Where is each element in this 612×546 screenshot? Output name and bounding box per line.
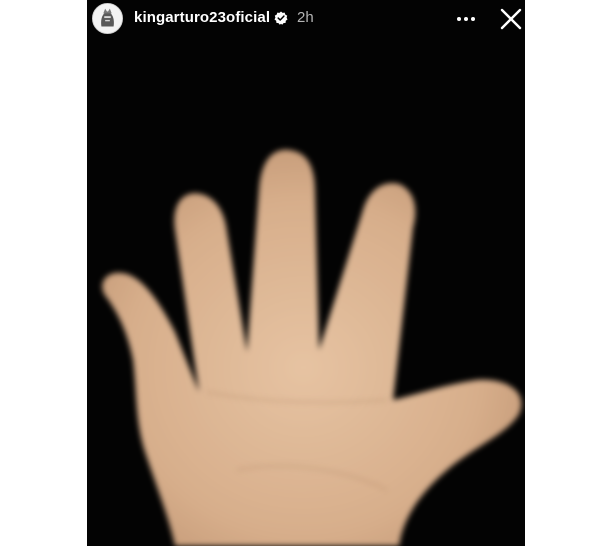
username[interactable]: kingarturo23oficial [134, 9, 270, 26]
more-options-button[interactable] [453, 6, 479, 32]
verified-badge-icon [274, 11, 288, 25]
story-viewer[interactable]: kingarturo23oficial 2h [87, 0, 525, 546]
story-header: kingarturo23oficial 2h [87, 0, 525, 40]
story-timestamp: 2h [297, 9, 314, 26]
page: kingarturo23oficial 2h [0, 0, 612, 546]
close-icon[interactable] [497, 5, 525, 33]
avatar[interactable] [92, 3, 123, 34]
hand-emoji-image [102, 149, 522, 546]
more-options-icon-dot [464, 17, 468, 21]
more-options-icon-dot [471, 17, 475, 21]
more-options-icon [457, 17, 461, 21]
